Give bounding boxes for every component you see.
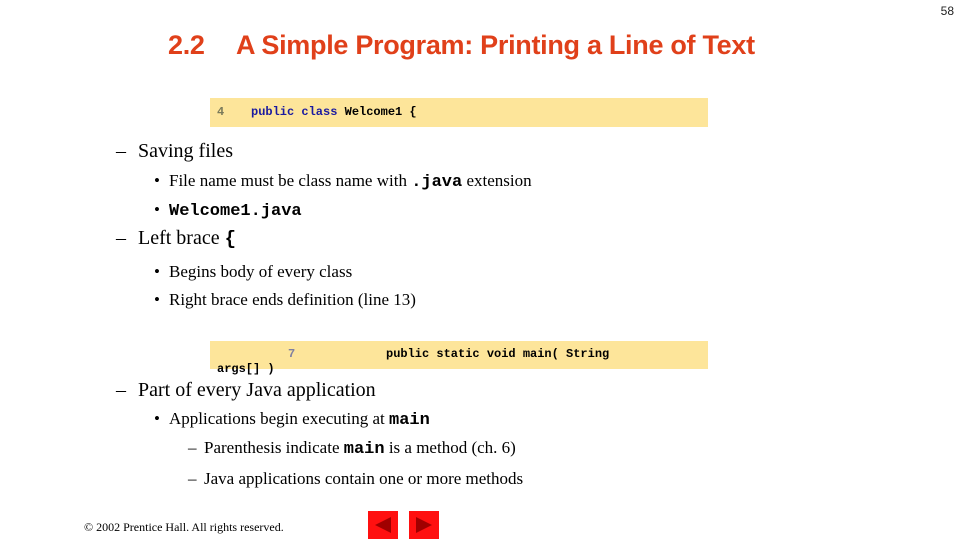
subbullet-parenthesis: – Parenthesis indicate main is a method (… <box>188 438 516 459</box>
subbullet-methods: – Java applications contain one or more m… <box>188 469 524 488</box>
next-slide-button[interactable] <box>409 511 439 539</box>
bullet-left-brace: – Left brace { <box>116 227 237 250</box>
bullet-begin-executing: • Applications begin executing at main <box>154 409 430 430</box>
bullet-saving-files: – Saving files <box>116 140 233 162</box>
code: .java <box>411 173 463 192</box>
text: extension <box>462 171 532 190</box>
slide-title: 2.2 A Simple Program: Printing a Line of … <box>168 30 755 61</box>
copyright: © 2002 Prentice Hall. All rights reserve… <box>84 520 284 534</box>
heading: Saving files <box>138 140 233 162</box>
page-number: 58 <box>940 4 954 18</box>
text: File name must be class name with <box>169 171 412 190</box>
section-number: 2.2 <box>168 30 205 60</box>
code-line-7: 7 public static void main( String <box>210 341 708 369</box>
code-wrap: args[] ) <box>217 362 275 376</box>
text: Right brace ends definition (line 13) <box>169 290 416 309</box>
bullet-java-application: – Part of every Java application <box>116 379 376 401</box>
code: Welcome1.java <box>169 202 302 221</box>
code-line-4: 4 public class Welcome1 { <box>210 98 708 127</box>
bullet-begins-body: • Begins body of every class <box>154 262 353 281</box>
heading: Part of every Java application <box>138 379 376 401</box>
previous-slide-button[interactable] <box>368 511 398 539</box>
triangle-left-icon <box>375 517 391 533</box>
code-rest: Welcome1 { <box>337 105 417 119</box>
text: Applications begin executing at <box>169 409 389 428</box>
code: { <box>224 228 237 250</box>
bullet-file-name: • File name must be class name with .java… <box>154 171 532 192</box>
text: Java applications contain one or more me… <box>204 469 524 488</box>
triangle-right-icon <box>416 517 432 533</box>
heading: Left brace <box>138 227 225 249</box>
text: Begins body of every class <box>169 262 353 281</box>
code-keywords: public class <box>251 105 338 119</box>
code-text: public class Welcome1 { <box>251 105 417 119</box>
text: Parenthesis indicate <box>204 438 344 457</box>
text: is a method (ch. 6) <box>384 438 516 457</box>
code-text: public static void main( String <box>386 347 610 361</box>
line-number: 4 <box>217 105 225 119</box>
code: main <box>389 411 430 430</box>
bullet-welcome-java: • Welcome1.java <box>154 200 302 221</box>
bullet-right-brace: • Right brace ends definition (line 13) <box>154 290 416 309</box>
title-text: A Simple Program: Printing a Line of Tex… <box>236 30 755 60</box>
code: main <box>343 440 385 459</box>
line-number: 7 <box>288 347 296 361</box>
